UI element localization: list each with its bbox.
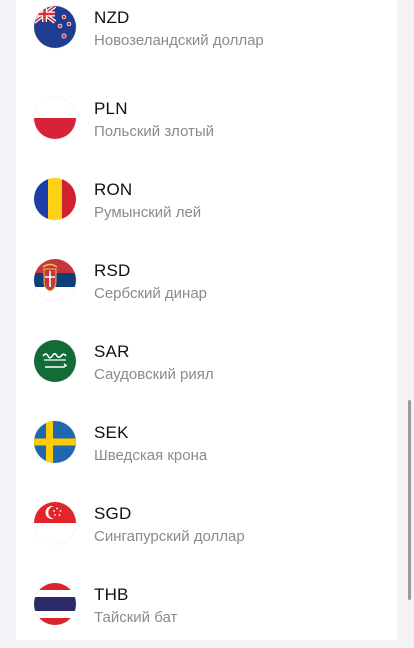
sweden-flag-icon xyxy=(34,421,76,463)
currency-row-ron[interactable]: RON Румынский лей xyxy=(16,162,397,243)
currency-name: Тайский бат xyxy=(94,609,178,626)
romania-flag-icon xyxy=(34,178,76,220)
currency-name: Польский злотый xyxy=(94,123,215,140)
currency-name: Сингапурский доллар xyxy=(94,528,245,545)
currency-code: SGD xyxy=(94,504,132,523)
currency-code: NZD xyxy=(94,8,130,27)
thailand-flag-icon xyxy=(34,583,76,625)
currency-code: PLN xyxy=(94,99,128,118)
currency-name: Шведская крона xyxy=(94,447,208,464)
currency-name: Румынский лей xyxy=(94,204,202,221)
singapore-flag-icon xyxy=(34,502,76,544)
currency-row-pln[interactable]: PLN Польский злотый xyxy=(16,81,397,162)
currency-code: SAR xyxy=(94,342,130,361)
currency-code: RON xyxy=(94,180,133,199)
currency-list: NZD Новозеландский доллар PLN Польский з… xyxy=(16,0,397,640)
serbia-flag-icon xyxy=(34,259,76,301)
poland-flag-icon xyxy=(34,97,76,139)
currency-code: SEK xyxy=(94,423,129,442)
new-zealand-flag-icon xyxy=(34,6,76,48)
currency-row-sgd[interactable]: SGD Сингапурский доллар xyxy=(16,486,397,567)
currency-row-sar[interactable]: SAR Саудовский риял xyxy=(16,324,397,405)
currency-row-sek[interactable]: SEK Шведская крона xyxy=(16,405,397,486)
currency-code: THB xyxy=(94,585,129,604)
currency-row-thb[interactable]: THB Тайский бат xyxy=(16,567,397,648)
currency-code: RSD xyxy=(94,261,131,280)
currency-row-rsd[interactable]: RSD Сербский динар xyxy=(16,243,397,324)
currency-name: Сербский динар xyxy=(94,285,208,302)
scroll-indicator[interactable] xyxy=(408,400,411,600)
currency-name: Саудовский риял xyxy=(94,366,214,383)
saudi-arabia-flag-icon xyxy=(34,340,76,382)
currency-name: Новозеландский доллар xyxy=(94,32,264,49)
currency-row-nzd[interactable]: NZD Новозеландский доллар xyxy=(16,0,397,71)
